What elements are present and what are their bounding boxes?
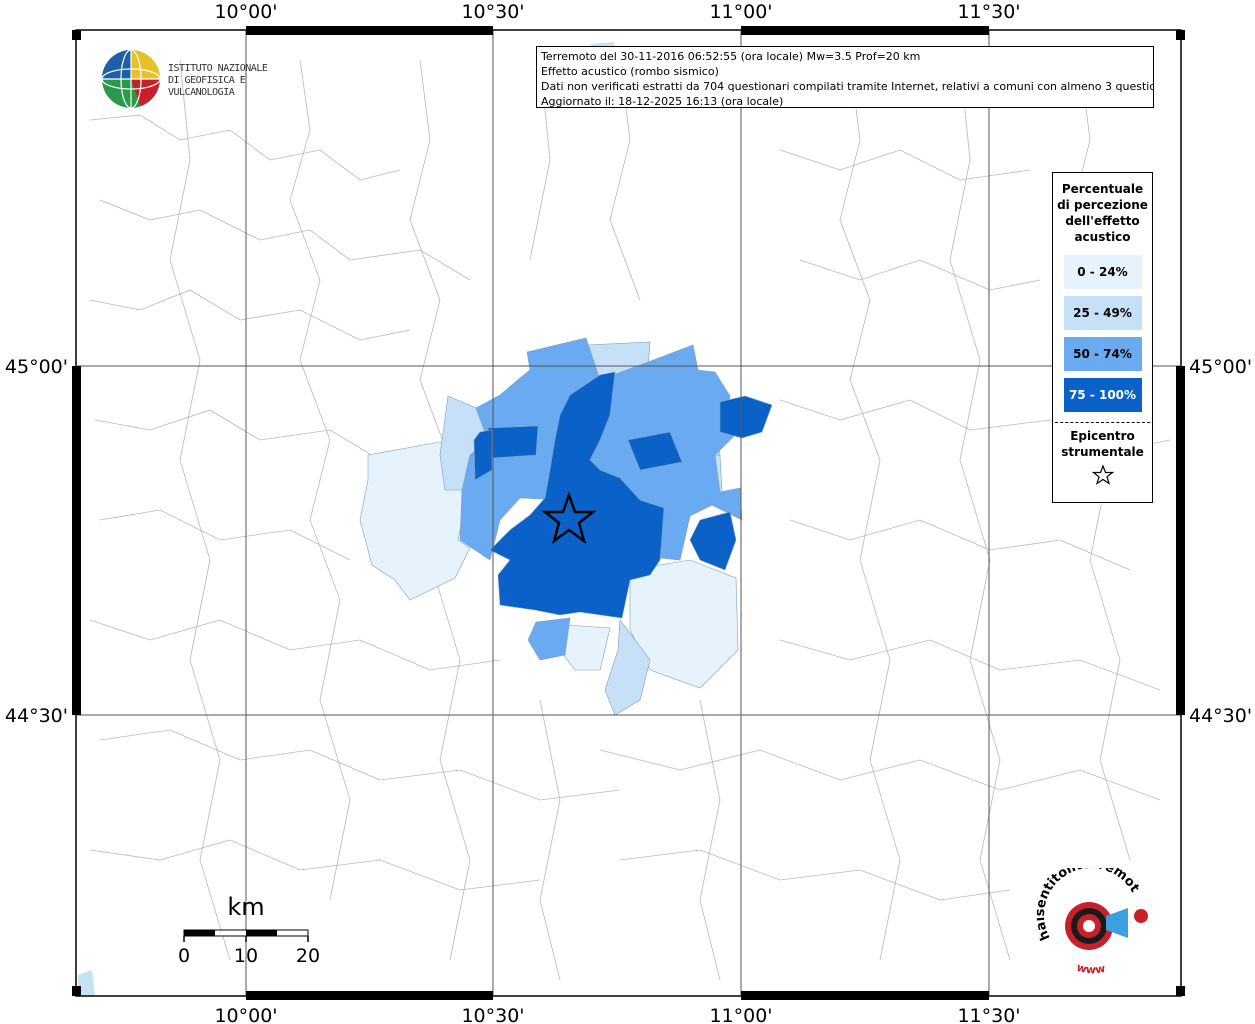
scale-tick: 20 [296,945,320,967]
legend-title-line: acustico [1074,230,1131,244]
site-www-text: www [1075,961,1106,977]
event-info-line: Aggiornato il: 18-12-2025 16:13 (ora loc… [541,95,784,108]
lon-tick-top: 11°30' [957,1,1020,23]
event-info-line: Effetto acustico (rombo sismico) [541,65,719,78]
haisentito-logo[interactable]: haisentitoilterremoto.it www [1032,857,1156,978]
legend-title-line: Percentuale [1061,182,1144,196]
legend-title: Percentuale di percezione dell'effetto a… [1053,181,1152,245]
ingv-logo: ISTITUTO NAZIONALE DI GEOFISICA E VULCAN… [100,48,315,110]
target-icon [1065,902,1113,950]
globe-icon [101,49,161,109]
lon-tick-top: 11°00' [709,1,772,23]
lat-tick-right: 44°30' [1189,705,1252,727]
ingv-name: ISTITUTO NAZIONALE DI GEOFISICA E VULCAN… [168,63,315,99]
lat-tick-right: 45°00' [1189,356,1252,378]
felt-area-dark [487,425,539,459]
legend-class-item: 50 - 74% [1063,337,1142,371]
legend: Percentuale di percezione dell'effetto a… [1052,172,1153,503]
scale-unit: km [227,893,264,921]
ingv-name-line2: DI GEOFISICA E VULCANOLOGIA [168,75,246,98]
legend-title-line: di percezione [1057,198,1148,212]
lon-tick-top: 10°00' [214,1,277,23]
lat-tick-left: 45°00' [5,356,68,378]
legend-divider [1055,422,1150,423]
lon-tick-bottom: 10°00' [214,1005,277,1024]
legend-class-item: 25 - 49% [1063,296,1142,330]
lon-tick-bottom: 10°30' [461,1005,524,1024]
event-info-line: Terremoto del 30-11-2016 06:52:55 (ora l… [541,50,921,63]
legend-title-line: dell'effetto [1065,214,1140,228]
lon-tick-top: 10°30' [461,1,524,23]
help-icon [1134,909,1148,923]
scale-tick: 10 [234,945,258,967]
lon-tick-bottom: 11°00' [709,1005,772,1024]
event-info-line: Dati non verificati estratti da 704 ques… [541,80,1154,93]
scale-tick: 0 [178,945,190,967]
lon-tick-bottom: 11°30' [957,1005,1020,1024]
event-info-box: Terremoto del 30-11-2016 06:52:55 (ora l… [536,46,1154,108]
legend-epicenter-line: Epicentro [1070,429,1135,443]
svg-text:www: www [1075,961,1106,977]
legend-class-item: 75 - 100% [1063,378,1142,412]
legend-epicenter-line: strumentale [1061,445,1144,459]
legend-class-item: 0 - 24% [1063,255,1142,289]
legend-epicenter-label: Epicentro strumentale [1053,428,1152,460]
legend-star-icon [1053,464,1152,490]
ingv-name-line1: ISTITUTO NAZIONALE [168,63,268,74]
lat-tick-left: 44°30' [5,705,68,727]
